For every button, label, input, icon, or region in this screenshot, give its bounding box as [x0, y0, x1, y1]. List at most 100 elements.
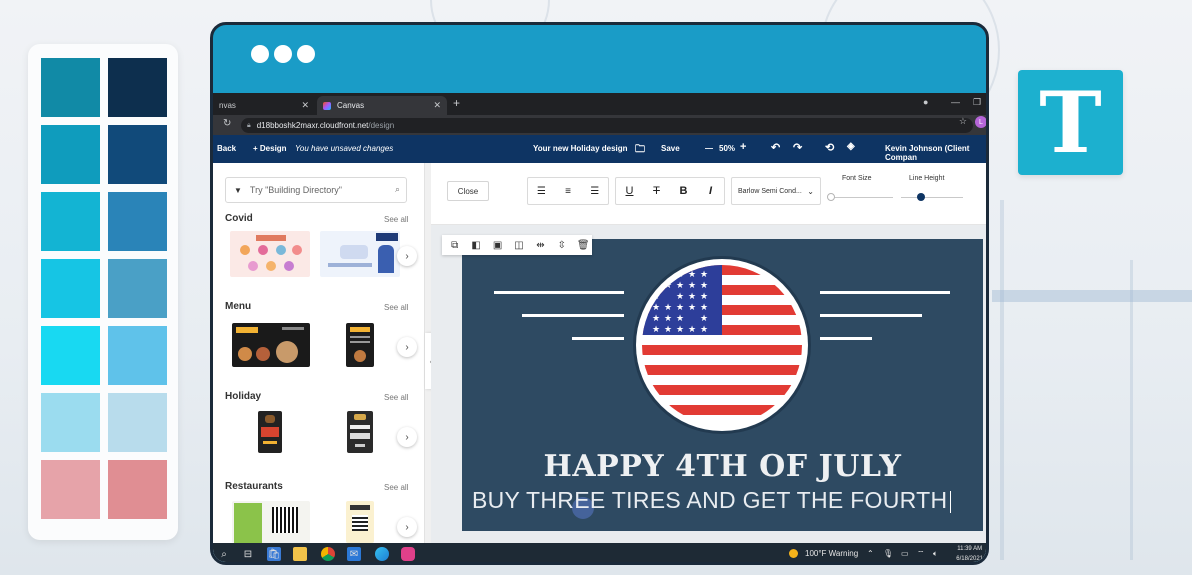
browser-tab[interactable]: nvas ✕	[213, 96, 315, 115]
volume-icon[interactable]: 🔈︎	[933, 549, 938, 559]
bring-forward-icon[interactable]: ▣	[489, 240, 506, 251]
template-thumbnail[interactable]	[346, 501, 374, 543]
bold-icon[interactable]: B	[670, 178, 697, 204]
subline-text-box[interactable]: BUY THREE TIRES AND GET THE FOURTH	[472, 487, 952, 514]
close-tab-icon[interactable]: ✕	[301, 100, 309, 111]
template-thumbnail[interactable]	[232, 323, 310, 367]
new-tab-icon[interactable]: +	[453, 96, 460, 110]
color-swatch[interactable]	[108, 58, 167, 117]
see-all-link[interactable]: See all	[384, 393, 408, 402]
line-height-slider-track[interactable]	[901, 197, 963, 198]
template-thumbnail[interactable]	[320, 231, 400, 277]
chrome-icon[interactable]	[321, 547, 335, 561]
duplicate-icon[interactable]: ⧉	[446, 240, 463, 251]
close-tab-icon[interactable]: ✕	[433, 100, 441, 111]
maximize-icon[interactable]: ❐	[973, 97, 981, 108]
undo-icon[interactable]: ↶	[771, 141, 780, 154]
search-icon[interactable]: ⌕	[395, 184, 400, 195]
search-placeholder: Try "Building Directory"	[249, 185, 343, 195]
design-title[interactable]: Your new Holiday design	[533, 144, 628, 153]
url-field[interactable]: 🔒︎ d18bboshk2maxr.cloudfront.net/design	[241, 118, 973, 133]
align-right-icon[interactable]: ☰	[581, 178, 608, 204]
line-height-slider-knob[interactable]	[917, 193, 926, 201]
design-canvas[interactable]: ★ ★ ★ ★ ★ ★ ★ ★ ★ ★ ★ ★ ★ ★ ★ ★ ★ ★ ★ ★ ★ ★ ★ ★ ★ ★ ★ ★ ★ ★ ★ ★ ★ HAPPY …	[462, 239, 983, 531]
next-arrow-button[interactable]: ›	[397, 246, 417, 266]
store-icon[interactable]: 🛍︎	[267, 547, 281, 561]
bookmark-star-icon[interactable]: ☆	[959, 116, 967, 127]
italic-icon[interactable]: I	[697, 178, 724, 204]
window-dot	[274, 45, 292, 63]
next-arrow-button[interactable]: ›	[397, 337, 417, 357]
browser-tab-active[interactable]: Canvas ✕	[317, 96, 447, 115]
user-name[interactable]: Kevin Johnson (Client Compan	[885, 144, 986, 162]
battery-icon[interactable]: ▭	[901, 549, 909, 558]
template-thumbnail[interactable]	[230, 231, 310, 277]
font-size-slider-knob[interactable]	[827, 193, 835, 201]
zoom-level: 50%	[719, 144, 736, 153]
save-button[interactable]: Save	[661, 144, 680, 153]
color-swatch[interactable]	[108, 192, 167, 251]
see-all-link[interactable]: See all	[384, 215, 408, 224]
underline-icon[interactable]: U	[616, 178, 643, 204]
tray-chevron-icon[interactable]: ⌃	[867, 549, 874, 558]
star-icon: ★	[651, 280, 661, 290]
zoom-in-icon[interactable]: +	[740, 141, 746, 153]
delete-icon[interactable]: 🗑︎	[575, 240, 592, 251]
font-size-slider-track[interactable]	[831, 197, 893, 198]
back-button[interactable]: Back	[217, 144, 236, 153]
redo-icon[interactable]: ↷	[793, 141, 802, 154]
template-search-input[interactable]: ▼ Try "Building Directory" ⌕	[225, 177, 407, 203]
profile-menu-icon[interactable]: ●	[923, 97, 928, 107]
font-family-select[interactable]: Barlow Semi Cond... ⌄	[731, 177, 821, 205]
reload-icon[interactable]: ↻	[223, 118, 231, 129]
align-center-icon[interactable]: ≡	[555, 178, 582, 204]
figma-app-icon[interactable]	[401, 547, 415, 561]
file-explorer-icon[interactable]	[293, 547, 307, 561]
align-vertical-icon[interactable]: ⇳	[553, 240, 570, 251]
headline-text[interactable]: HAPPY 4TH OF JULY	[462, 449, 983, 484]
next-arrow-button[interactable]: ›	[397, 427, 417, 447]
flip-icon[interactable]: ◧	[467, 240, 484, 251]
template-thumbnail[interactable]	[347, 411, 373, 453]
color-swatch[interactable]	[41, 393, 100, 452]
mail-icon[interactable]: ✉	[347, 547, 361, 561]
color-swatch[interactable]	[41, 326, 100, 385]
profile-avatar[interactable]: L	[975, 116, 986, 128]
design-menu-button[interactable]: + Design	[253, 144, 287, 153]
template-thumbnail[interactable]	[346, 323, 374, 367]
minimize-icon[interactable]: —	[951, 97, 960, 107]
color-swatch[interactable]	[41, 259, 100, 318]
system-clock[interactable]: 11:39 AM 6/18/2021	[956, 544, 983, 562]
american-flag-icon[interactable]: ★ ★ ★ ★ ★ ★ ★ ★ ★ ★ ★ ★ ★ ★ ★ ★ ★ ★ ★ ★ ★ ★ ★ ★ ★ ★ ★ ★ ★ ★ ★ ★ ★	[636, 259, 808, 431]
align-left-icon[interactable]: ☰	[528, 178, 555, 204]
color-swatch[interactable]	[108, 460, 167, 519]
next-arrow-button[interactable]: ›	[397, 517, 417, 537]
search-icon[interactable]: ⌕	[217, 547, 231, 561]
microphone-icon[interactable]: 🎙︎	[883, 549, 893, 558]
color-swatch[interactable]	[108, 259, 167, 318]
network-icon[interactable]: ⌔	[917, 549, 925, 559]
color-swatch[interactable]	[108, 326, 167, 385]
task-view-icon[interactable]: ⊟	[241, 547, 255, 561]
strikethrough-icon[interactable]: T	[643, 178, 670, 204]
color-swatch[interactable]	[41, 125, 100, 184]
history-icon[interactable]: ⟲	[825, 141, 834, 154]
close-button[interactable]: Close	[447, 181, 489, 201]
weather-status[interactable]: 100°F Warning	[805, 549, 858, 558]
color-swatch[interactable]	[108, 125, 167, 184]
layers-icon[interactable]: ◈	[847, 141, 855, 152]
zoom-out-icon[interactable]: —	[705, 144, 713, 153]
template-thumbnail[interactable]	[232, 501, 310, 543]
color-swatch[interactable]	[41, 460, 100, 519]
edge-icon[interactable]	[375, 547, 389, 561]
see-all-link[interactable]: See all	[384, 483, 408, 492]
color-swatch[interactable]	[41, 192, 100, 251]
filter-icon[interactable]: ▼	[234, 186, 242, 195]
send-backward-icon[interactable]: ◫	[510, 240, 527, 251]
color-swatch[interactable]	[41, 58, 100, 117]
align-horizontal-icon[interactable]: ⇹	[532, 240, 549, 251]
see-all-link[interactable]: See all	[384, 303, 408, 312]
color-swatch[interactable]	[108, 393, 167, 452]
folder-icon[interactable]: 🗀	[635, 142, 645, 159]
template-thumbnail[interactable]	[258, 411, 282, 453]
